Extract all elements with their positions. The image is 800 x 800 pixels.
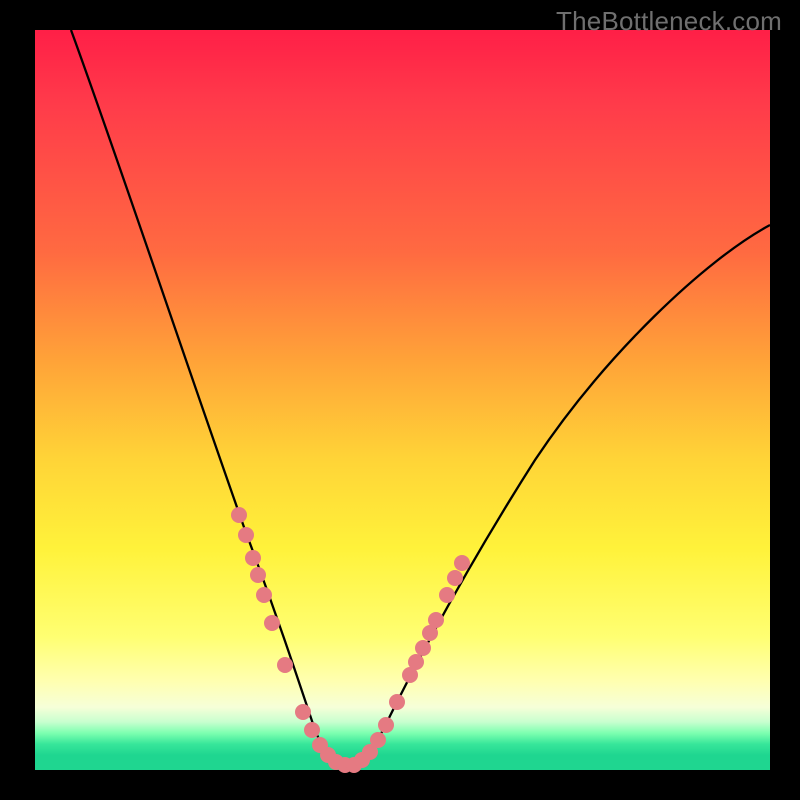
outer-frame: TheBottleneck.com [0, 0, 800, 800]
sample-dots [231, 507, 470, 773]
watermark-text: TheBottleneck.com [556, 6, 782, 37]
curve-layer [35, 30, 770, 770]
